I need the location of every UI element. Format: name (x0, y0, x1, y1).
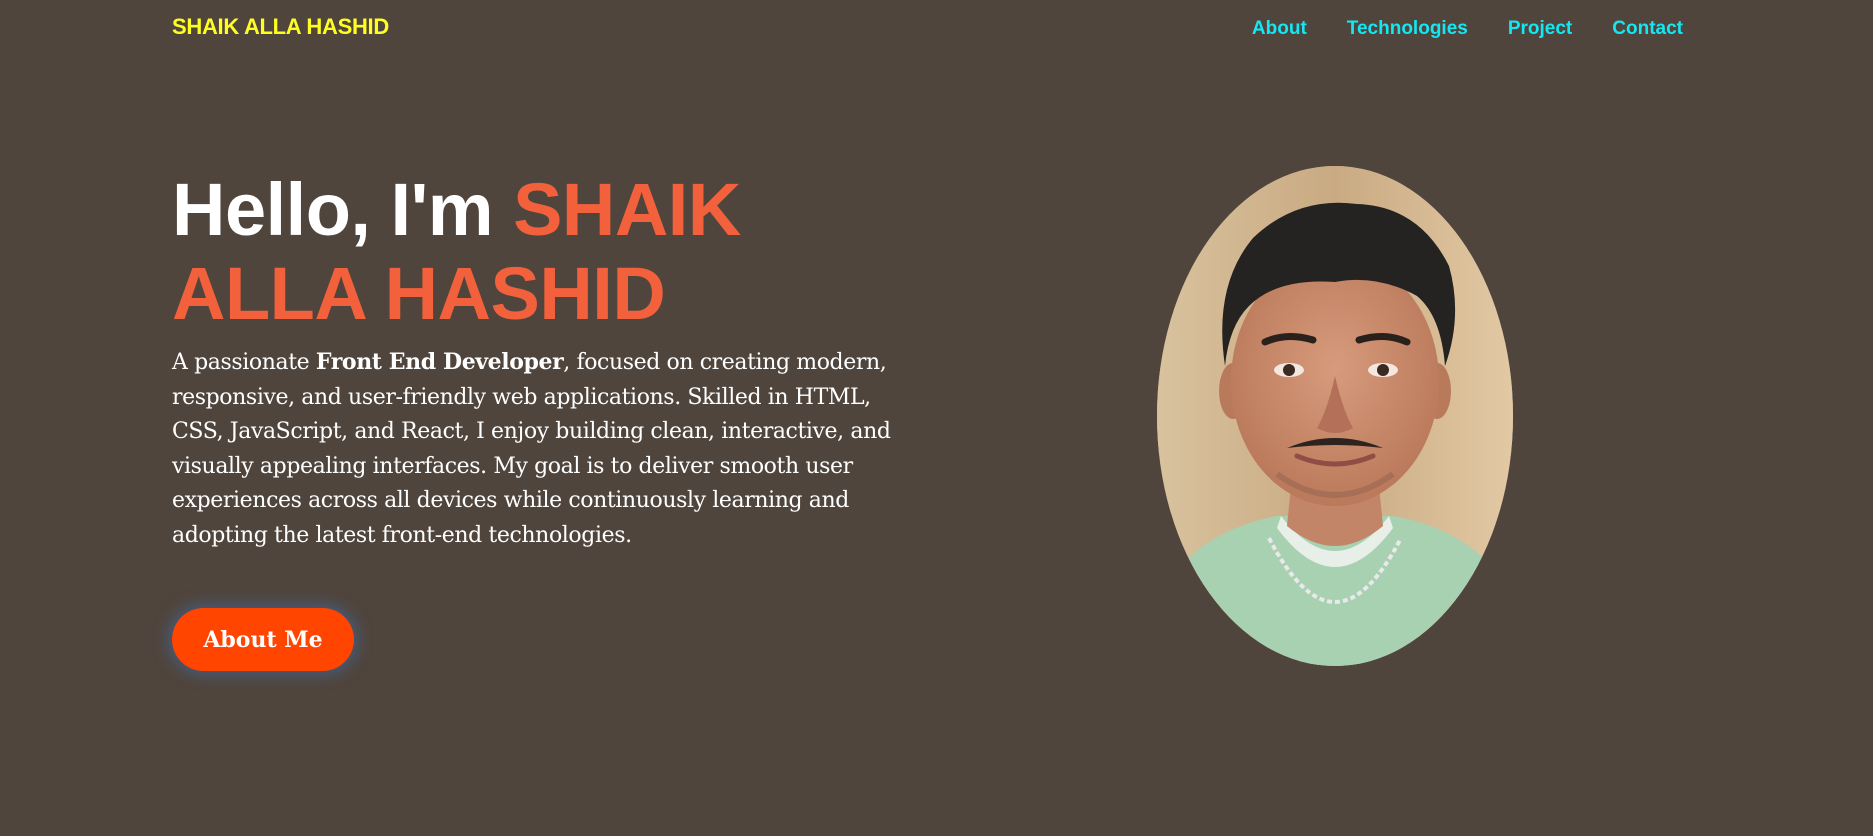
hero-title: Hello, I'm SHAIK ALLA HASHID (172, 168, 932, 336)
description-highlight: Front End Developer (315, 349, 564, 375)
brand-logo[interactable]: SHAIK ALLA HASHID (172, 14, 389, 40)
hero-description: A passionate Front End Developer, focuse… (172, 345, 892, 553)
nav-links: About Technologies Project Contact (1252, 18, 1683, 40)
about-me-button[interactable]: About Me (172, 608, 354, 671)
description-intro: A passionate (172, 350, 316, 375)
profile-photo (1157, 166, 1513, 666)
nav-link-about[interactable]: About (1252, 18, 1307, 40)
nav-link-contact[interactable]: Contact (1612, 18, 1683, 40)
description-body: , focused on creating modern, responsive… (172, 350, 891, 548)
nav-link-technologies[interactable]: Technologies (1347, 18, 1468, 40)
navbar: SHAIK ALLA HASHID About Technologies Pro… (0, 0, 1873, 62)
nav-link-project[interactable]: Project (1508, 18, 1572, 40)
hero-greeting: Hello, I'm (172, 168, 514, 251)
